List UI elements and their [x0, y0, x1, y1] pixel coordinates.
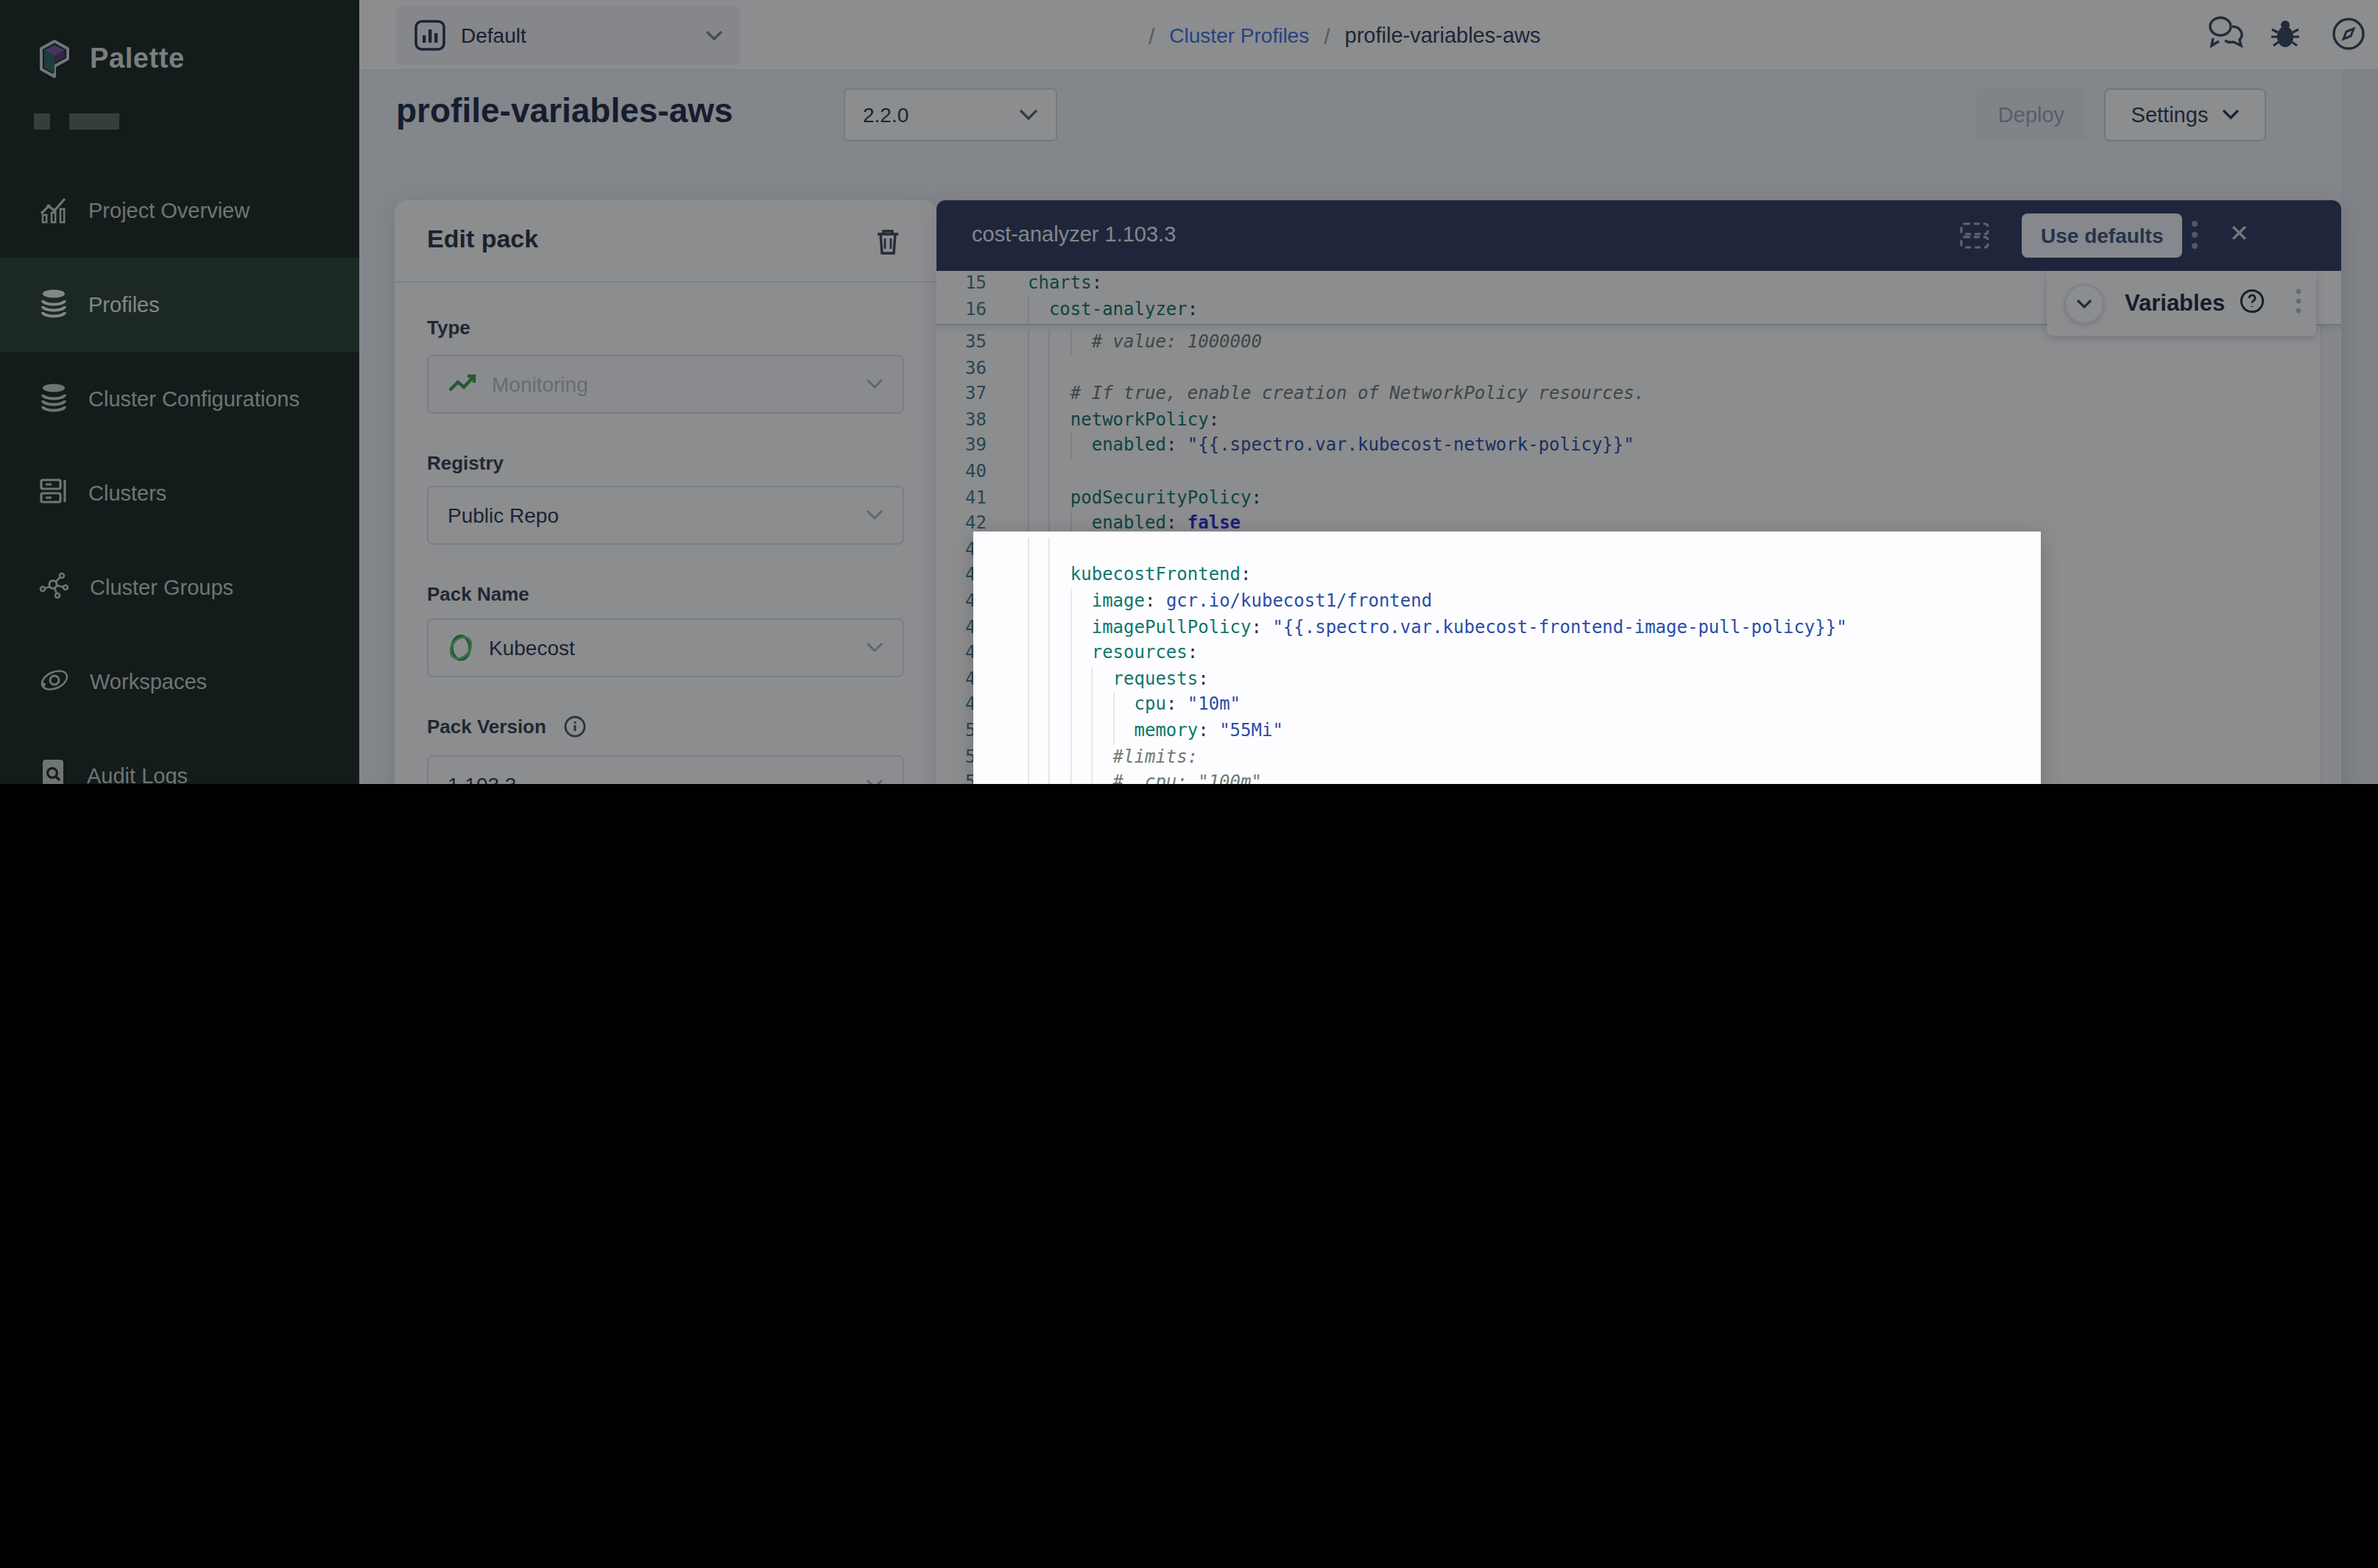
code-line[interactable]: resources: [973, 640, 2041, 666]
code-line[interactable]: cpu: "10m" [973, 693, 2041, 718]
code-line[interactable]: image: gcr.io/kubecost1/frontend [973, 589, 2041, 615]
code-line[interactable]: #limits: [973, 744, 2041, 770]
code-line[interactable]: kubecostFrontend: [973, 563, 2041, 589]
code-line[interactable]: memory: "55Mi" [973, 718, 2041, 744]
app-root: Palette Project OverviewProfilesCluster … [0, 0, 2378, 784]
code-line[interactable]: requests: [973, 667, 2041, 693]
code-line[interactable] [973, 537, 2041, 563]
code-line[interactable]: # cpu: "100m" [973, 770, 2041, 784]
highlighted-code-region[interactable]: kubecostFrontend: image: gcr.io/kubecost… [973, 532, 2041, 784]
code-line[interactable]: imagePullPolicy: "{{.spectro.var.kubecos… [973, 615, 2041, 640]
